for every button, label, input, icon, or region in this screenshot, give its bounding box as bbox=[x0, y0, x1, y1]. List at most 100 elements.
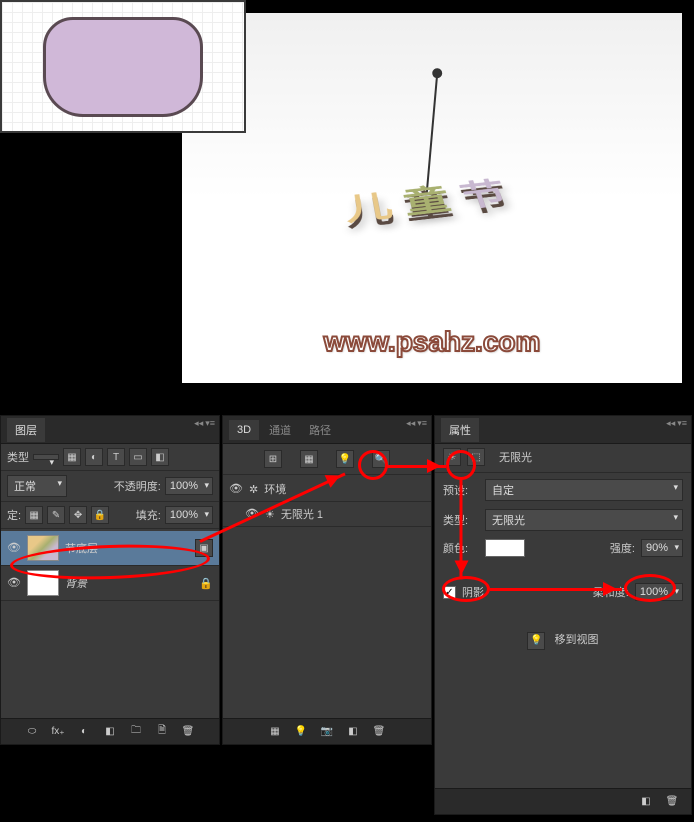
filter-mesh-icon[interactable]: ▦ bbox=[300, 450, 318, 468]
panel-collapse-icon[interactable]: ◂◂ bbox=[194, 418, 203, 429]
color-label: 颜色: bbox=[443, 540, 479, 556]
three-d-row[interactable]: 👁 ✲ 环境 bbox=[223, 477, 431, 502]
3d-char-3[interactable]: 节 bbox=[456, 175, 524, 214]
type-dropdown[interactable]: 无限光 bbox=[485, 509, 683, 531]
fill-value[interactable]: 100% bbox=[165, 506, 213, 524]
properties-tab-bar: 属性 bbox=[435, 416, 691, 444]
group-icon[interactable]: 🗀 bbox=[127, 723, 145, 741]
layers-tab-bar: 图层 bbox=[1, 416, 219, 444]
3d-text-object[interactable]: 儿童节 bbox=[342, 169, 525, 230]
layers-blend-row: 正常 不透明度: 100% bbox=[1, 471, 219, 502]
lock-all-icon[interactable]: 🔒 bbox=[91, 506, 109, 524]
filter-adjust-icon[interactable]: ◐ bbox=[85, 448, 103, 466]
softness-value[interactable]: 100% bbox=[635, 583, 683, 601]
filter-light-icon[interactable]: 💡 bbox=[336, 450, 354, 468]
tab-properties[interactable]: 属性 bbox=[441, 418, 479, 442]
properties-panel: ◂◂ ▾≡ 属性 ☀ ⬚ 无限光 预设: 自定 类型: 无限光 颜色: 强度: … bbox=[434, 415, 692, 815]
properties-header-row: ☀ ⬚ 无限光 bbox=[435, 444, 691, 470]
layer-thumbnail[interactable] bbox=[27, 535, 59, 561]
panel-collapse-icon[interactable]: ◂◂ bbox=[406, 418, 415, 429]
trash-icon[interactable]: 🗑 bbox=[663, 793, 681, 811]
move-to-view-label[interactable]: 移到视图 bbox=[555, 634, 599, 646]
three-d-footer: ▦ 💡 📷 ◧ 🗑 bbox=[223, 718, 431, 744]
layers-filter-row: 类型 ▦ ◐ T ▭ ◧ bbox=[1, 444, 219, 471]
trash-icon[interactable]: 🗑 bbox=[179, 723, 197, 741]
light-handle[interactable] bbox=[426, 73, 438, 193]
camera-icon[interactable]: 📷 bbox=[318, 723, 336, 741]
filter-camera-icon[interactable]: 🔍 bbox=[372, 450, 390, 468]
tab-paths[interactable]: 路径 bbox=[301, 418, 339, 442]
type-row: 类型: 无限光 bbox=[435, 505, 691, 535]
visibility-icon[interactable]: 👁 bbox=[229, 482, 243, 496]
light-handle-dot[interactable] bbox=[432, 68, 443, 79]
layer-list: 👁 节底层 ▣ 👁 背景 🔒 bbox=[1, 529, 219, 603]
layer-name[interactable]: 节底层 bbox=[65, 540, 98, 556]
shape-preview-inset bbox=[0, 0, 246, 133]
layer-thumbnail[interactable] bbox=[27, 570, 59, 596]
filter-image-icon[interactable]: ▦ bbox=[63, 448, 81, 466]
environment-icon: ✲ bbox=[249, 483, 258, 496]
panel-menu-icon[interactable]: ▾≡ bbox=[677, 418, 687, 429]
three-d-tab-bar: 3D 通道 路径 bbox=[223, 416, 431, 444]
shadow-checkbox[interactable]: ✓ bbox=[443, 586, 456, 599]
three-d-item-name[interactable]: 无限光 1 bbox=[281, 506, 323, 522]
light-icon: ☀ bbox=[265, 508, 275, 521]
panel-collapse-icon[interactable]: ◂◂ bbox=[666, 418, 675, 429]
color-row: 颜色: 强度: 90% bbox=[435, 535, 691, 561]
tab-channels[interactable]: 通道 bbox=[261, 418, 299, 442]
filter-smart-icon[interactable]: ◧ bbox=[151, 448, 169, 466]
fx-icon[interactable]: fx₊ bbox=[49, 723, 67, 741]
lock-paint-icon[interactable]: ✎ bbox=[47, 506, 65, 524]
properties-footer: ◧ 🗑 bbox=[435, 788, 691, 814]
coord-icon[interactable]: ⬚ bbox=[467, 448, 485, 466]
visibility-icon[interactable]: 👁 bbox=[245, 507, 259, 521]
blend-mode-dropdown[interactable]: 正常 bbox=[7, 475, 67, 497]
intensity-value[interactable]: 90% bbox=[641, 539, 683, 557]
visibility-icon[interactable]: 👁 bbox=[7, 541, 21, 555]
trash-icon[interactable]: 🗑 bbox=[370, 723, 388, 741]
filter-shape-icon[interactable]: ▭ bbox=[129, 448, 147, 466]
3d-char-2[interactable]: 童 bbox=[400, 181, 466, 221]
light-type-icon[interactable]: ☀ bbox=[443, 448, 461, 466]
type-label: 类型: bbox=[443, 512, 479, 528]
mesh-icon[interactable]: ▦ bbox=[266, 723, 284, 741]
light-type-title: 无限光 bbox=[499, 449, 532, 465]
mask-icon[interactable]: ◐ bbox=[75, 723, 93, 741]
new-light-icon[interactable]: 💡 bbox=[292, 723, 310, 741]
panel-menu-icon[interactable]: ▾≡ bbox=[417, 418, 427, 429]
3d-char-1[interactable]: 儿 bbox=[343, 187, 408, 227]
new-layer-icon[interactable]: 🗎 bbox=[153, 723, 171, 741]
visibility-icon[interactable]: 👁 bbox=[7, 576, 21, 590]
render-icon[interactable]: ◧ bbox=[637, 793, 655, 811]
tab-3d[interactable]: 3D bbox=[229, 420, 259, 440]
opacity-value[interactable]: 100% bbox=[165, 477, 213, 495]
layer-name[interactable]: 背景 bbox=[65, 575, 87, 591]
document-viewport[interactable]: 儿童节 www.psahz.com bbox=[182, 13, 682, 383]
three-d-panel: ◂◂ ▾≡ 3D 通道 路径 ⊞ ▦ 💡 🔍 👁 ✲ 环境 👁 ☀ 无限光 1 … bbox=[222, 415, 432, 745]
tab-layers[interactable]: 图层 bbox=[7, 418, 45, 442]
shadow-row: ✓ 阴影 柔和度: 100% bbox=[435, 579, 691, 605]
color-swatch[interactable] bbox=[485, 539, 525, 557]
filter-scene-icon[interactable]: ⊞ bbox=[264, 450, 282, 468]
fill-label: 填充: bbox=[136, 507, 161, 523]
filter-type-dropdown[interactable] bbox=[33, 454, 59, 460]
render-icon[interactable]: ◧ bbox=[344, 723, 362, 741]
lock-transparent-icon[interactable]: ▦ bbox=[25, 506, 43, 524]
watermark-text: www.psahz.com bbox=[324, 326, 541, 358]
move-to-view-icon[interactable]: 💡 bbox=[527, 632, 545, 650]
three-d-row[interactable]: 👁 ☀ 无限光 1 bbox=[223, 502, 431, 527]
layer-row[interactable]: 👁 节底层 ▣ bbox=[1, 531, 219, 566]
link-layers-icon[interactable]: ⬭ bbox=[23, 723, 41, 741]
opacity-label: 不透明度: bbox=[114, 478, 161, 494]
lock-move-icon[interactable]: ✥ bbox=[69, 506, 87, 524]
layer-3d-icon[interactable]: ▣ bbox=[195, 539, 213, 557]
filter-text-icon[interactable]: T bbox=[107, 448, 125, 466]
three-d-item-name[interactable]: 环境 bbox=[264, 481, 286, 497]
adjustment-icon[interactable]: ◧ bbox=[101, 723, 119, 741]
panel-menu-icon[interactable]: ▾≡ bbox=[205, 418, 215, 429]
preset-dropdown[interactable]: 自定 bbox=[485, 479, 683, 501]
lock-label: 定: bbox=[7, 507, 21, 523]
preset-label: 预设: bbox=[443, 482, 479, 498]
canvas-area: 儿童节 www.psahz.com bbox=[182, 13, 682, 383]
layer-row[interactable]: 👁 背景 🔒 bbox=[1, 566, 219, 601]
